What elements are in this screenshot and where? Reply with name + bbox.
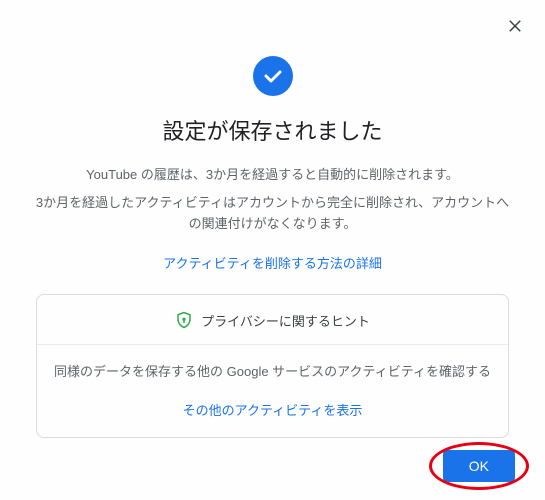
dialog-description-2: 3か月を経過したアクティビティはアカウントから完全に削除され、アカウントへの関連… [24,193,521,235]
close-button[interactable] [505,16,525,36]
card-header-text: プライバシーに関するヒント [201,311,370,330]
dialog-footer: OK [443,450,515,482]
ok-button-highlight-wrapper: OK [443,450,515,482]
settings-saved-dialog: 設定が保存されました YouTube の履歴は、3か月を経過すると自動的に削除さ… [0,0,545,500]
ok-button[interactable]: OK [443,450,515,482]
show-other-activity-link[interactable]: その他のアクティビティを表示 [37,396,508,437]
checkmark-icon [261,64,285,88]
card-body-text: 同様のデータを保存する他の Google サービスのアクティビティを確認する [37,345,508,396]
shield-icon [175,311,193,329]
success-badge [253,56,293,96]
dialog-description-1: YouTube の履歴は、3か月を経過すると自動的に削除されます。 [24,164,521,183]
dialog-title: 設定が保存されました [24,114,521,146]
close-icon [506,17,524,35]
card-header: プライバシーに関するヒント [37,295,508,344]
privacy-hint-card: プライバシーに関するヒント 同様のデータを保存する他の Google サービスの… [36,294,509,438]
learn-more-link[interactable]: アクティビティを削除する方法の詳細 [24,253,521,272]
